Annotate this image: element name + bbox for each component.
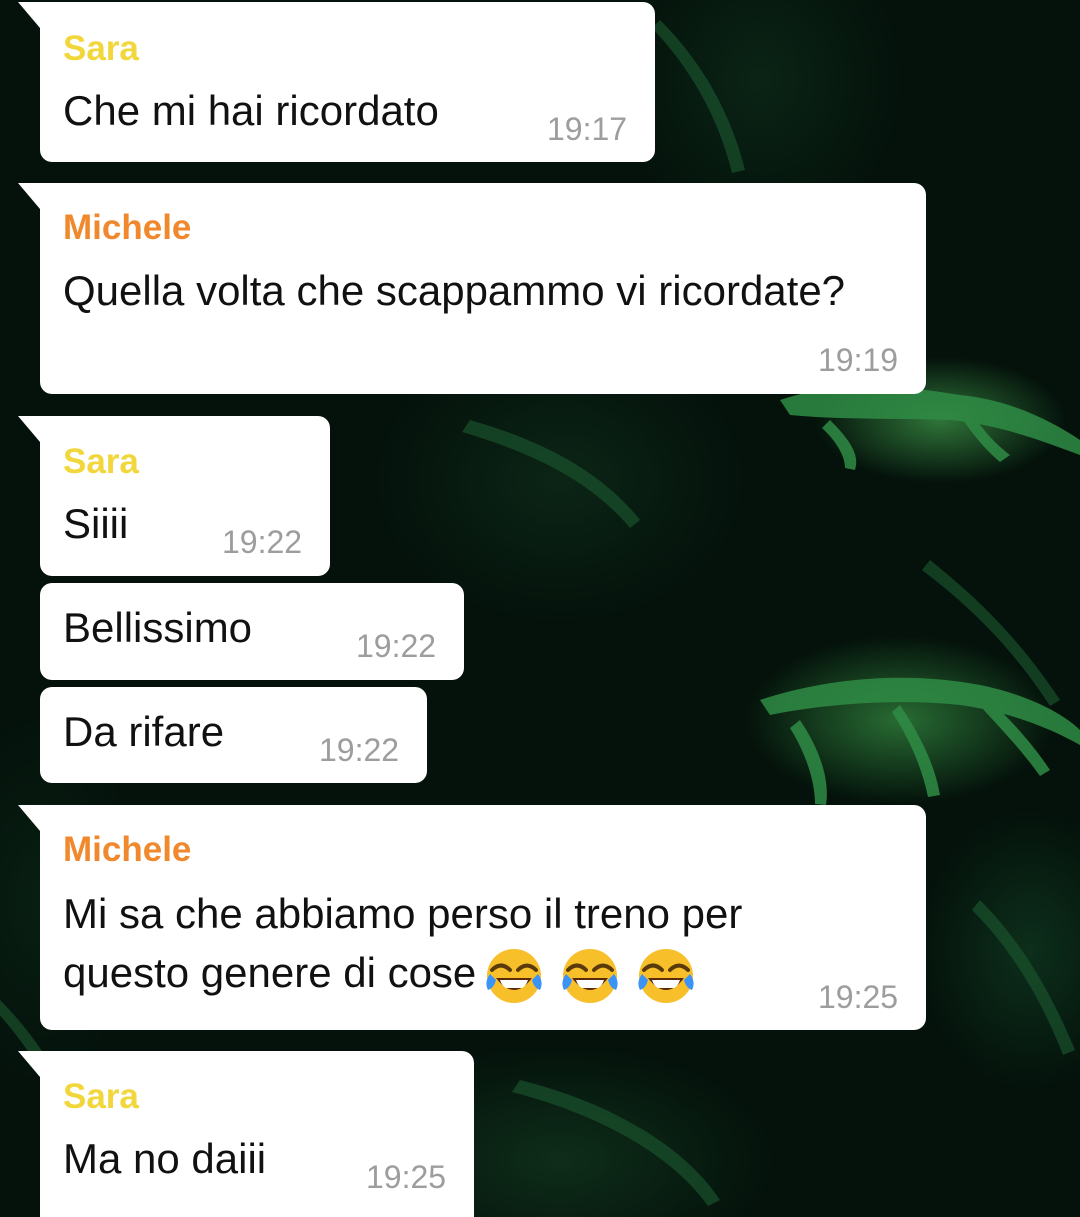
sender-name: Sara	[63, 442, 139, 481]
message-text: Che mi hai ricordato	[63, 87, 439, 134]
message-bubble[interactable]: Sara Siiii 19:22	[18, 416, 330, 576]
bubble-tail	[18, 1051, 40, 1077]
message-text: Quella volta che scappammo vi ricordate?	[63, 267, 846, 314]
bubble-tail	[18, 416, 40, 442]
sender-name: Sara	[63, 29, 139, 68]
message-bubble[interactable]: Sara Che mi hai ricordato 19:17	[18, 2, 655, 162]
emoji-group	[482, 944, 697, 1008]
face-with-tears-of-joy-icon	[562, 949, 618, 1003]
message-timestamp: 19:19	[818, 342, 899, 378]
message-timestamp: 19:22	[356, 628, 437, 664]
message-timestamp: 19:22	[319, 732, 400, 768]
face-with-tears-of-joy-icon	[638, 949, 694, 1003]
message-bubble[interactable]: Michele Mi sa che abbiamo perso il treno…	[18, 805, 926, 1030]
message-text: Ma no daiii	[63, 1135, 267, 1182]
bubble-tail	[18, 805, 40, 831]
bubble-tail	[18, 2, 40, 28]
message-timestamp: 19:25	[366, 1159, 447, 1195]
message-bubble[interactable]: Bellissimo 19:22	[40, 583, 464, 680]
message-timestamp: 19:17	[547, 111, 628, 147]
sender-name: Michele	[63, 830, 192, 869]
message-timestamp: 19:25	[818, 979, 899, 1015]
message-bubble[interactable]: Da rifare 19:22	[40, 687, 427, 783]
face-with-tears-of-joy-icon	[486, 949, 542, 1003]
message-bubble[interactable]: Sara Ma no daiii 19:25	[18, 1051, 474, 1217]
message-text: questo genere di cose	[63, 949, 477, 997]
message-text-line-1: Mi sa che abbiamo perso il treno per	[63, 890, 743, 937]
message-bubble[interactable]: Michele Quella volta che scappammo vi ri…	[18, 183, 926, 394]
sender-name: Sara	[63, 1077, 139, 1116]
message-text-line-2: questo genere di cose	[63, 944, 698, 1008]
message-text: Da rifare	[63, 708, 225, 755]
message-text: Bellissimo	[63, 604, 253, 651]
message-timestamp: 19:22	[222, 524, 303, 560]
message-text: Siiii	[63, 500, 129, 547]
bubble-tail	[18, 183, 40, 209]
sender-name: Michele	[63, 208, 192, 247]
